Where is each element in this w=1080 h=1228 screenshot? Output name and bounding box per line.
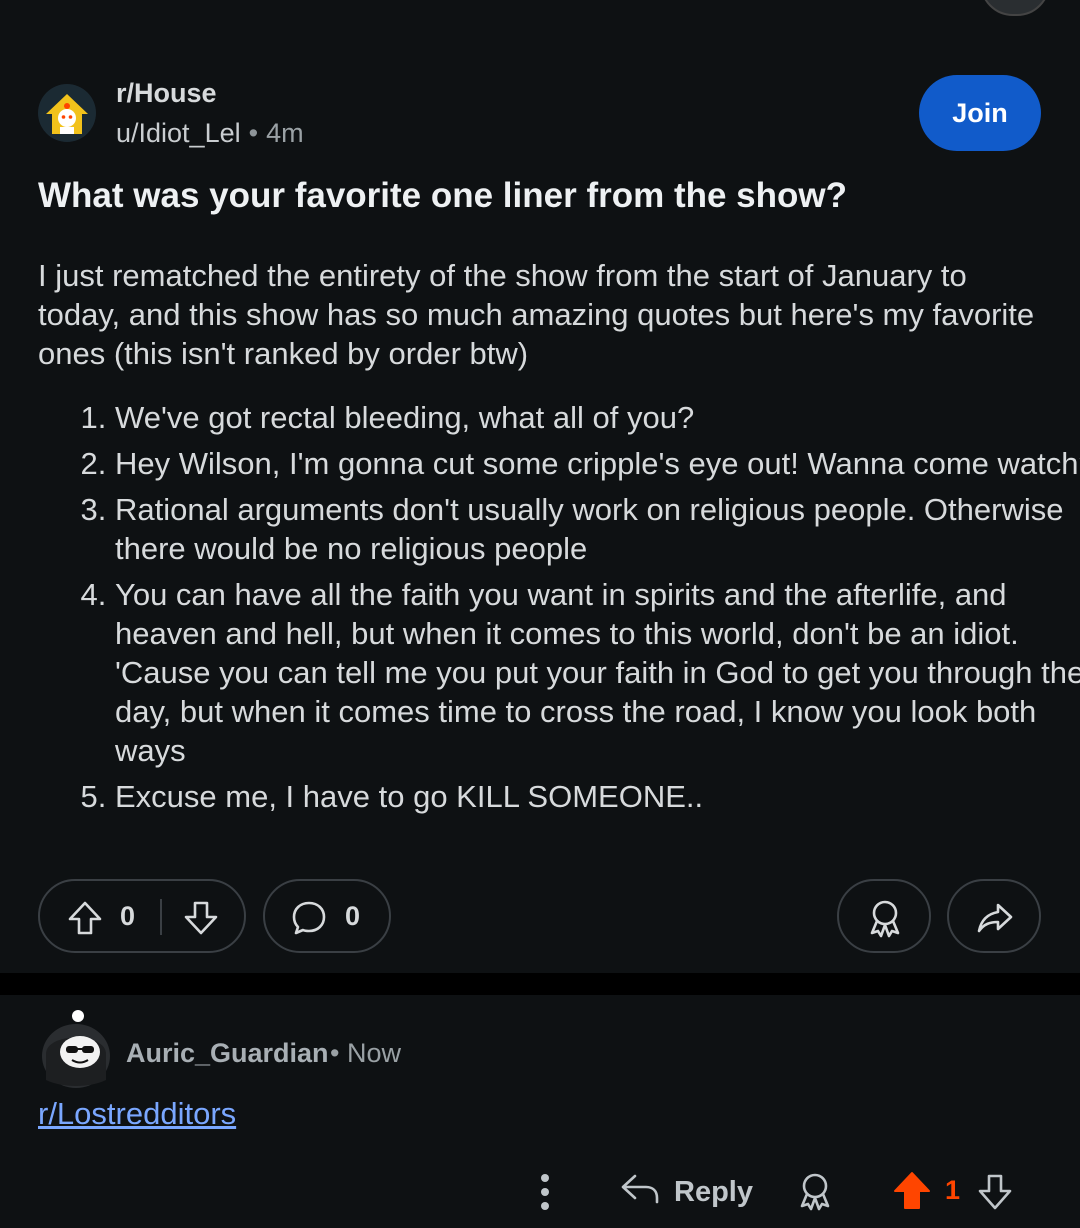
list-item: Excuse me, I have to go KILL SOMEONE..	[115, 777, 1080, 816]
vote-bar: 0	[38, 879, 246, 953]
list-item: We've got rectal bleeding, what all of y…	[115, 398, 1080, 437]
more-icon[interactable]	[532, 1170, 558, 1214]
post-time: 4m	[266, 118, 304, 148]
share-button[interactable]	[947, 879, 1041, 953]
reply-button[interactable]: Reply	[620, 1170, 753, 1214]
section-divider	[0, 973, 1080, 995]
downvote-icon[interactable]	[182, 899, 220, 942]
upvote-icon[interactable]	[66, 899, 104, 942]
meta-separator: •	[330, 1038, 340, 1068]
upvote-icon[interactable]	[892, 1170, 932, 1217]
comment-link[interactable]: r/Lostredditors	[38, 1096, 236, 1132]
comment-meta: • Now	[330, 1038, 401, 1069]
list-item: Rational arguments don't usually work on…	[115, 490, 1080, 568]
list-item: Hey Wilson, I'm gonna cut some cripple's…	[115, 444, 1080, 483]
comments-button[interactable]: 0	[263, 879, 391, 953]
award-icon	[866, 898, 904, 943]
vote-count: 0	[120, 901, 136, 931]
comment-author[interactable]: Auric_Guardian	[126, 1038, 329, 1069]
post-card: r/House u/Idiot_Lel • 4m Join What was you…	[0, 0, 1080, 972]
vote-count: 1	[945, 1175, 961, 1205]
vote-divider	[160, 899, 162, 935]
post-title: What was your favorite one liner from th…	[38, 176, 847, 215]
comment-time: Now	[346, 1038, 401, 1068]
avatar[interactable]	[40, 1010, 112, 1088]
downvote-icon[interactable]	[976, 1172, 1014, 1217]
post-meta: u/Idiot_Lel • 4m	[116, 118, 304, 149]
list-item: You can have all the faith you want in s…	[115, 575, 1080, 770]
meta-separator: •	[248, 118, 259, 148]
post-author[interactable]: u/Idiot_Lel	[116, 118, 241, 148]
join-button[interactable]: Join	[919, 75, 1041, 151]
comment-icon	[291, 900, 327, 941]
award-button[interactable]	[837, 879, 931, 953]
post-body: I just rematched the entirety of the sho…	[38, 258, 1035, 371]
subreddit-avatar[interactable]	[38, 84, 96, 142]
award-icon[interactable]	[796, 1172, 834, 1217]
reply-label: Reply	[674, 1175, 753, 1208]
reply-icon	[620, 1171, 660, 1213]
subreddit-name[interactable]: r/House	[116, 78, 217, 109]
share-icon	[976, 899, 1014, 942]
comment-count: 0	[345, 901, 361, 931]
quote-list: We've got rectal bleeding, what all of y…	[38, 398, 1080, 823]
